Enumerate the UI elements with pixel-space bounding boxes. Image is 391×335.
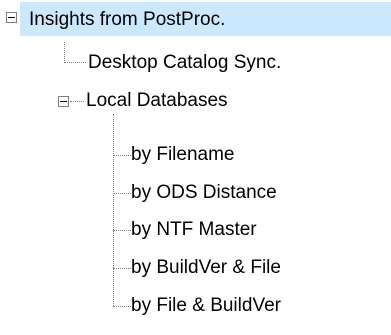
connector-desktop-catalog	[64, 62, 86, 63]
tree-node-by-ods-distance[interactable]: by ODS Distance	[131, 181, 277, 205]
connector-local-databases-vertical	[113, 114, 114, 306]
connector-by-file-buildver	[113, 306, 131, 307]
tree-node-by-buildver-and-file[interactable]: by BuildVer & File	[131, 256, 281, 280]
tree-node-local-databases[interactable]: Local Databases	[86, 89, 228, 113]
tree-node-desktop-catalog-sync[interactable]: Desktop Catalog Sync.	[88, 51, 281, 75]
connector-local-databases	[70, 101, 84, 102]
collapse-root-icon[interactable]	[6, 12, 17, 23]
connector-by-filename	[113, 155, 131, 156]
connector-root-vertical	[64, 42, 65, 63]
tree-node-by-filename[interactable]: by Filename	[131, 143, 235, 167]
collapse-local-databases-icon[interactable]	[58, 96, 69, 107]
tree-view: Insights from PostProc. Desktop Catalog …	[0, 0, 391, 335]
tree-node-by-ntf-master[interactable]: by NTF Master	[131, 218, 257, 242]
tree-node-by-file-and-buildver[interactable]: by File & BuildVer	[131, 294, 281, 318]
tree-node-insights-from-postproc[interactable]: Insights from PostProc.	[29, 8, 225, 32]
connector-by-ods-distance	[113, 193, 131, 194]
connector-by-buildver-file	[113, 268, 131, 269]
connector-by-ntf-master	[113, 230, 131, 231]
